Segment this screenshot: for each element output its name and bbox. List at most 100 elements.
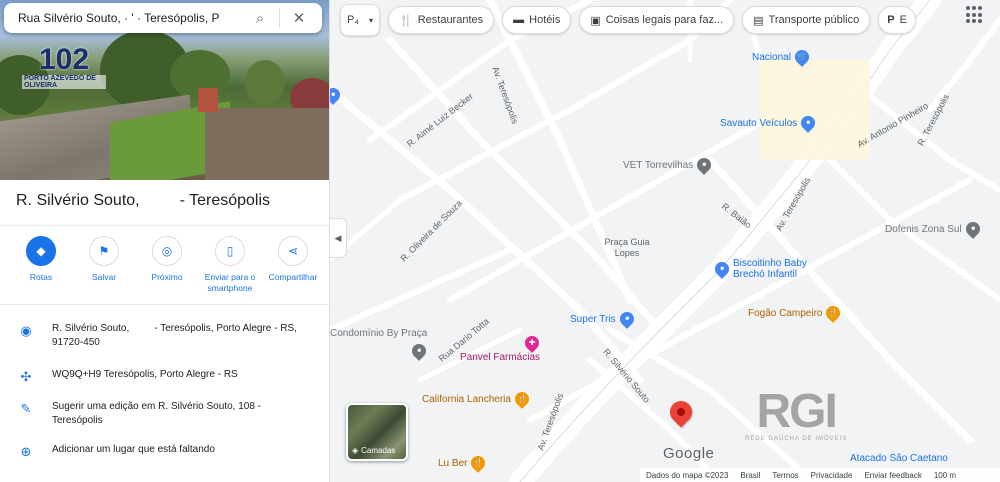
- divider: [0, 304, 329, 305]
- layers-icon: ◈: [352, 446, 359, 455]
- chip-transit[interactable]: ▤ Transporte público: [742, 6, 871, 34]
- poi-california[interactable]: California Lancheria 🍴: [422, 389, 532, 409]
- car-icon: ●: [798, 113, 819, 133]
- feedback-link[interactable]: Enviar feedback: [864, 471, 921, 480]
- chip-more[interactable]: P E: [878, 6, 916, 34]
- fork-knife-icon: 🍴: [399, 14, 413, 27]
- action-label: Rotas: [29, 272, 53, 282]
- directions-button[interactable]: ◆ Rotas: [12, 236, 70, 294]
- search-bar[interactable]: ⌕ ✕: [4, 3, 322, 33]
- poi-dofenis[interactable]: Dofenis Zona Sul ●: [885, 219, 983, 239]
- nearby-button[interactable]: ◎ Próximo: [138, 236, 196, 294]
- map-canvas[interactable]: R. Aimé Luiz Becker Av. Teresópolis Av. …: [330, 0, 1000, 482]
- location-pin-icon: ◉: [20, 323, 32, 338]
- add-place-row[interactable]: ⊕ Adicionar um lugar que está faltando: [0, 443, 329, 460]
- plus-code-text: WQ9Q+H9 Teresópolis, Porto Alegre - RS: [52, 369, 238, 380]
- bus-icon: ▤: [753, 14, 764, 27]
- camera-icon: ▣: [590, 14, 601, 27]
- store-icon: ●: [962, 219, 983, 239]
- terms-link[interactable]: Termos: [772, 471, 798, 480]
- poi-super-tris[interactable]: Super Tris ●: [570, 309, 637, 329]
- chip-label: Hotéis: [529, 14, 561, 26]
- divider: [0, 225, 329, 226]
- search-input[interactable]: [18, 11, 245, 25]
- poi-savauto[interactable]: Savauto Veículos ●: [720, 113, 819, 133]
- chip-things-to-do[interactable]: ▣ Coisas legais para faz...: [579, 6, 735, 34]
- logo-text: PORTO AZEVEDO DE OLIVEIRA: [22, 75, 106, 89]
- send-to-phone-icon: ▯: [215, 236, 245, 266]
- poi-vet[interactable]: VET Torrevilhas ●: [623, 155, 715, 175]
- poi-label: Atacado São Caetano: [850, 453, 948, 464]
- poi-edge[interactable]: ●: [330, 85, 343, 105]
- privacy-link[interactable]: Privacidade: [811, 471, 853, 480]
- poi-fogao[interactable]: Fogão Campeiro 🍴: [748, 303, 844, 323]
- region-link[interactable]: Brasil: [740, 471, 760, 480]
- search-icon[interactable]: ⌕: [245, 6, 275, 30]
- poi-label: Condomínio By Praça: [330, 328, 428, 339]
- poi-label: California Lancheria: [422, 393, 511, 405]
- poi-label: Lu Ber: [438, 457, 468, 469]
- layers-button[interactable]: ◈ Camadas: [346, 403, 408, 461]
- bookmark-icon: ⚑: [89, 236, 119, 266]
- plus-code-icon: ✣: [20, 369, 32, 384]
- restaurant-icon: 🍴: [512, 389, 532, 409]
- poi-label: VET Torrevilhas: [623, 159, 694, 171]
- share-icon: ⋖: [278, 236, 308, 266]
- poi-nacional[interactable]: Nacional 🛒: [752, 47, 812, 67]
- poi-label: Fogão Campeiro: [748, 307, 823, 319]
- share-button[interactable]: ⋖ Compartilhar: [264, 236, 322, 294]
- suggest-edit-text: Sugerir uma edição em R. Silvério Souto,…: [52, 401, 264, 426]
- paw-icon: ●: [694, 155, 715, 175]
- chip-restaurants[interactable]: 🍴 Restaurantes: [388, 6, 495, 34]
- send-to-phone-button[interactable]: ▯ Enviar para o smartphone: [201, 236, 259, 294]
- pencil-icon: ✎: [20, 401, 32, 416]
- map-footer: Dados do mapa ©2023 Brasil Termos Privac…: [640, 468, 1000, 482]
- map-type-label: P₄: [347, 14, 359, 26]
- suggest-edit-row[interactable]: ✎ Sugerir uma edição em R. Silvério Sout…: [0, 400, 329, 428]
- layers-label: Camadas: [361, 446, 396, 455]
- poi-biscoitinho[interactable]: ● Biscoitinho Baby Brechó Infantil: [712, 258, 823, 280]
- map-type-dropdown[interactable]: P₄ ▾: [340, 4, 380, 36]
- collapse-panel-button[interactable]: ◀: [330, 218, 347, 258]
- action-buttons: ◆ Rotas ⚑ Salvar ◎ Próximo ▯ Enviar para…: [12, 236, 322, 294]
- chip-hotels[interactable]: ▬ Hotéis: [502, 6, 572, 34]
- plus-code-row[interactable]: ✣ WQ9Q+H9 Teresópolis, Porto Alegre - RS: [0, 368, 329, 385]
- bed-icon: ▬: [513, 14, 525, 26]
- close-icon[interactable]: ✕: [284, 6, 314, 30]
- action-label: Compartilhar: [268, 272, 318, 282]
- poi-label: Super Tris: [570, 313, 616, 325]
- poi-lu-ber[interactable]: Lu Ber 🍴: [438, 453, 489, 473]
- building-icon: ●: [409, 341, 429, 361]
- poi-panvel[interactable]: ✚ Panvel Farmácias: [460, 333, 542, 363]
- action-label: Enviar para o smartphone: [204, 272, 256, 293]
- watermark-logo: RGI: [756, 385, 838, 438]
- shopping-cart-icon: ●: [616, 309, 637, 329]
- poi-label: Savauto Veículos: [720, 117, 798, 129]
- action-label: Próximo: [151, 272, 183, 282]
- logo-number: 102: [38, 43, 90, 76]
- map-data-credit: Dados do mapa ©2023: [646, 470, 729, 480]
- save-button[interactable]: ⚑ Salvar: [75, 236, 133, 294]
- poi-label: Biscoitinho Baby Brechó Infantil: [733, 258, 807, 280]
- road-network: [330, 0, 1000, 482]
- category-chips: P₄ ▾ 🍴 Restaurantes ▬ Hotéis ▣ Coisas le…: [340, 4, 916, 36]
- divider: [279, 8, 280, 28]
- chevron-left-icon: ◀: [334, 232, 342, 243]
- google-logo: Google: [663, 445, 715, 462]
- scale-bar[interactable]: 100 m: [934, 471, 956, 480]
- chip-label: Coisas legais para faz...: [605, 14, 724, 26]
- place-title: R. Silvério Souto, - Teresópolis: [16, 192, 271, 209]
- poi-atacado[interactable]: Atacado São Caetano: [850, 453, 948, 464]
- park-label: Praça Guia Lopes: [604, 237, 650, 258]
- address-row[interactable]: ◉ R. Silvério Souto, - Teresópolis, Port…: [0, 322, 329, 350]
- poi-condominio[interactable]: Condomínio By Praça: [330, 328, 427, 339]
- shopping-cart-icon: 🛒: [792, 47, 812, 67]
- restaurant-icon: 🍴: [468, 453, 489, 473]
- action-label: Salvar: [91, 272, 117, 282]
- agency-logo: 102 PORTO AZEVEDO DE OLIVEIRA: [22, 36, 106, 98]
- apps-grid-icon[interactable]: [966, 6, 984, 24]
- add-place-text: Adicionar um lugar que está faltando: [52, 444, 215, 455]
- shopping-bag-icon: ●: [712, 259, 732, 279]
- directions-icon: ◆: [26, 236, 56, 266]
- poi-condominio-pin[interactable]: ●: [409, 341, 429, 361]
